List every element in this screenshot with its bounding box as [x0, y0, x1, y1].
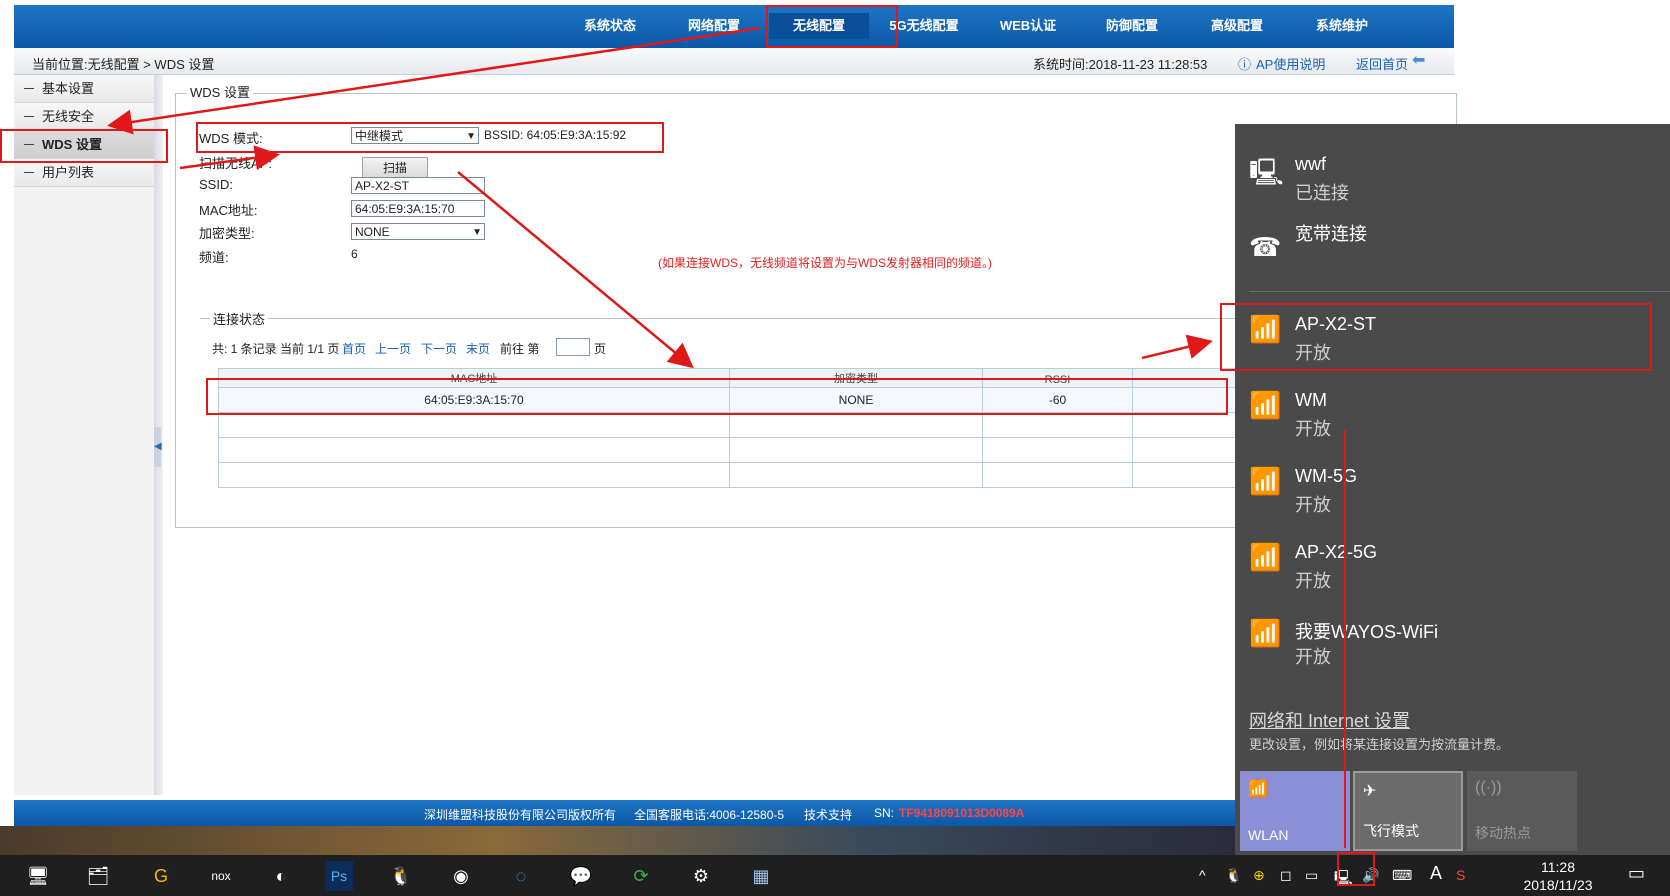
app-window: 系统状态 网络配置 无线配置 5G无线配置 WEB认证 防御配置 高级配置 系统…	[0, 0, 1670, 896]
arrow-table-to-ap	[1141, 334, 1213, 360]
annotation-arrows	[107, 26, 1346, 848]
arrow-mode-to-table	[457, 171, 694, 369]
arrow-nav-to-sidebar	[107, 26, 761, 135]
arrow-sidebar-to-mode	[179, 145, 280, 171]
